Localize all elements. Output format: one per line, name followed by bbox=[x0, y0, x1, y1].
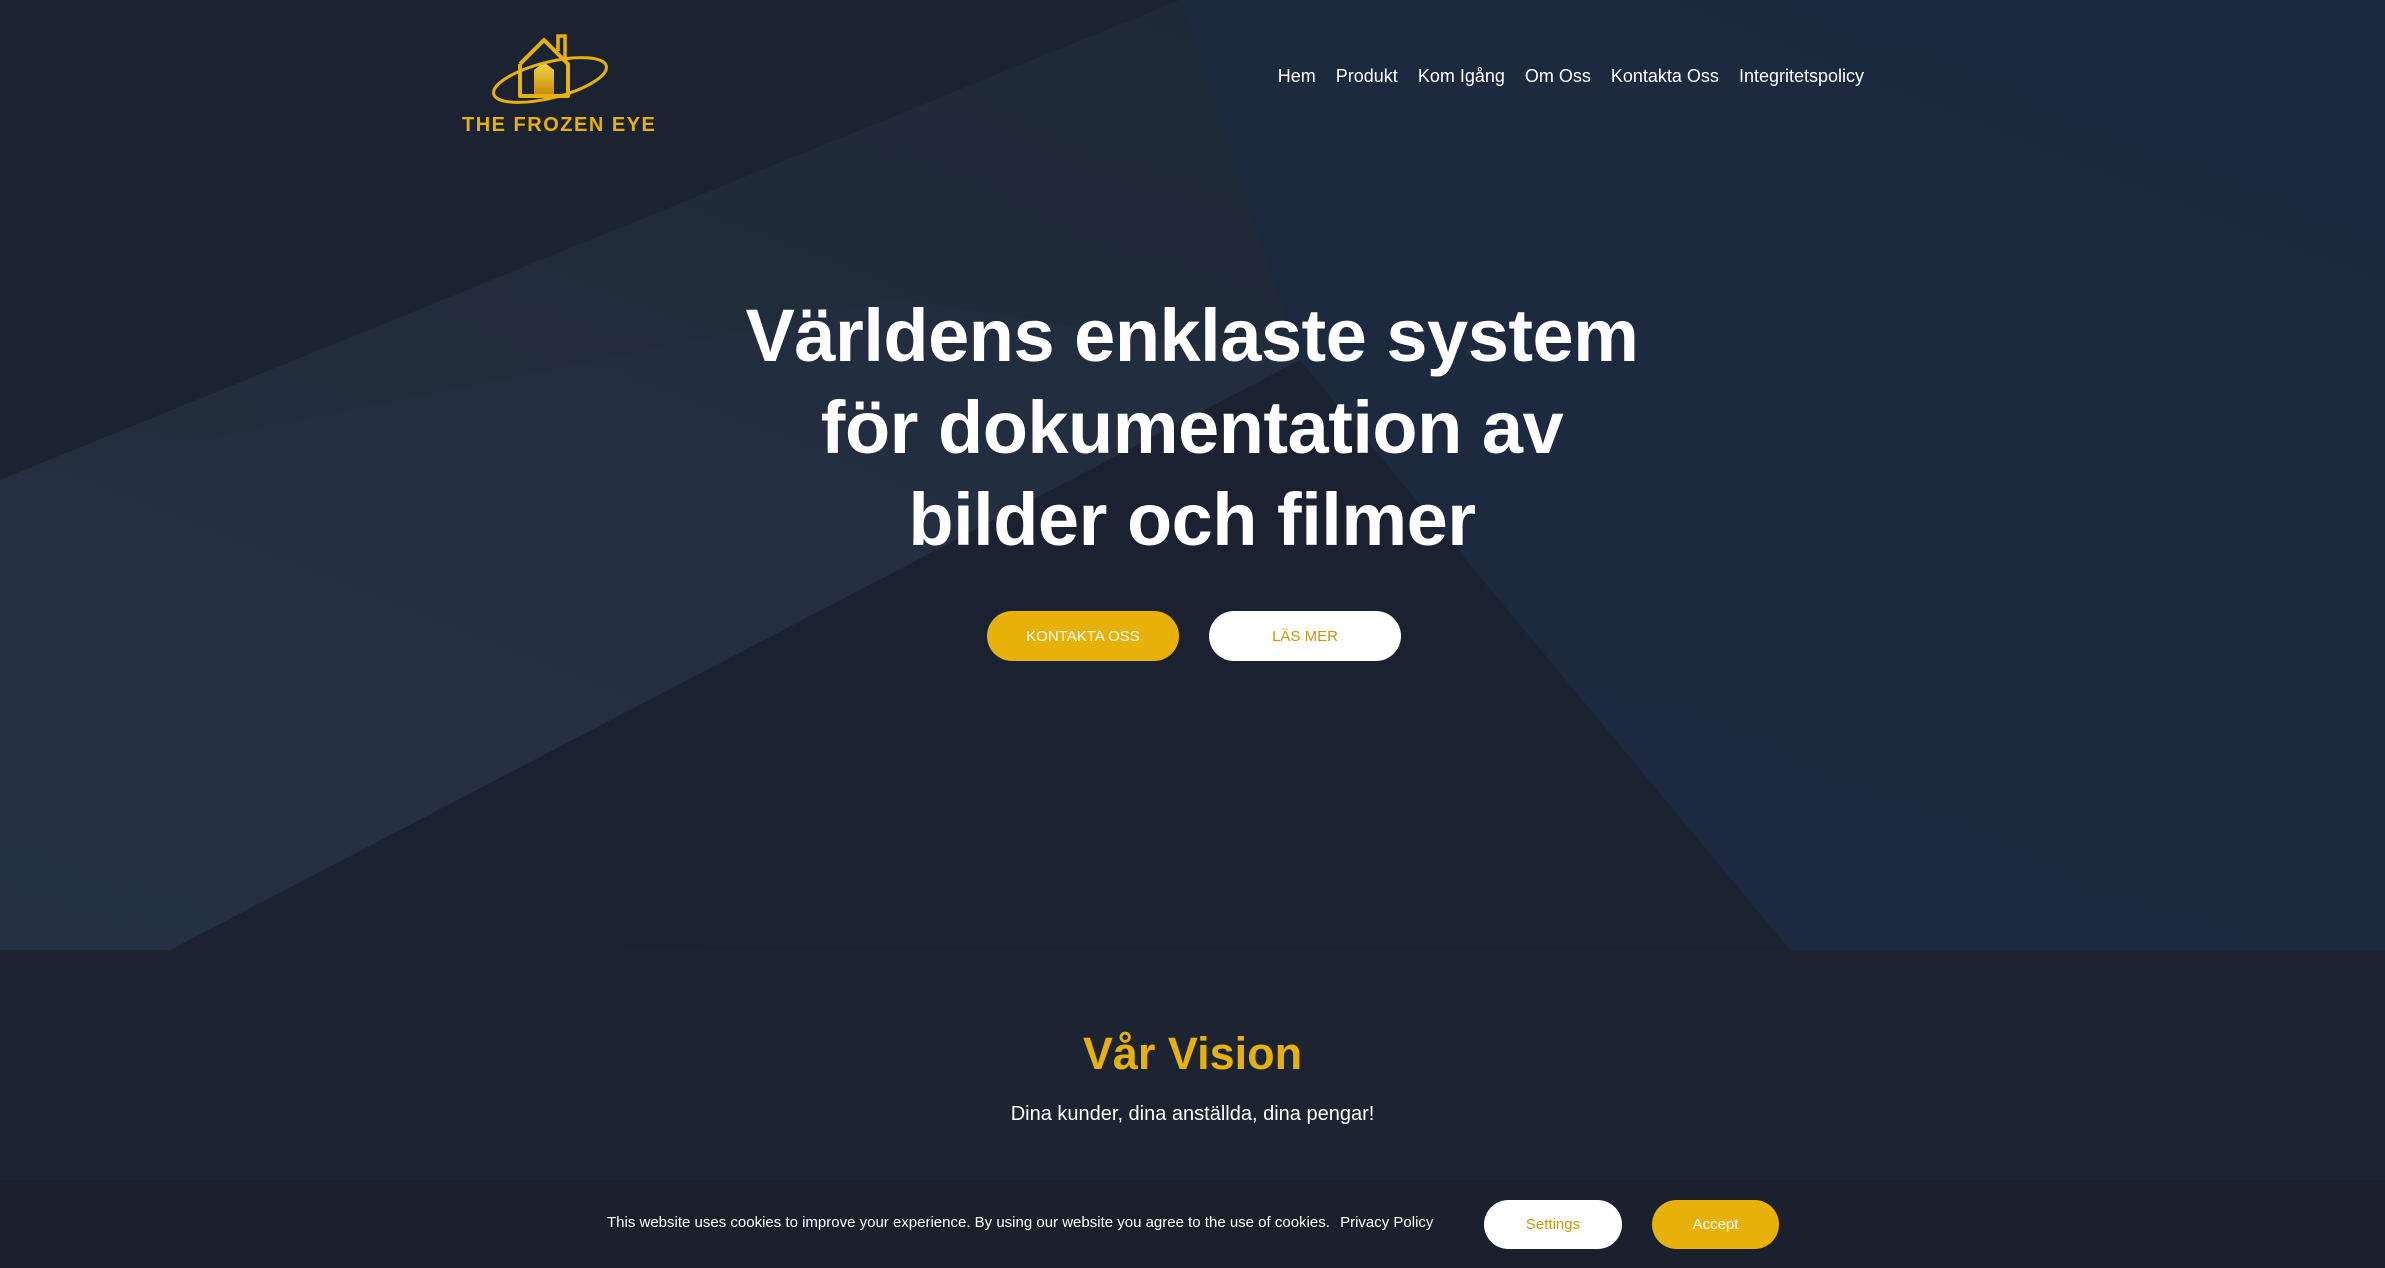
nav-item-produkt[interactable]: Produkt bbox=[1336, 66, 1398, 87]
cookie-settings-button[interactable]: Settings bbox=[1484, 1200, 1622, 1249]
nav-item-om-oss[interactable]: Om Oss bbox=[1525, 66, 1591, 87]
nav-item-integritetspolicy[interactable]: Integritetspolicy bbox=[1739, 66, 1864, 87]
cookie-banner: This website uses cookies to improve you… bbox=[0, 1180, 2385, 1268]
hero-title: Världens enklaste system för dokumentati… bbox=[592, 290, 1792, 566]
hero-section: THE FROZEN EYE Hem Produkt Kom Igång Om … bbox=[0, 0, 2385, 950]
read-more-button[interactable]: LÄS MER bbox=[1209, 611, 1401, 661]
nav-item-kontakta-oss[interactable]: Kontakta Oss bbox=[1611, 66, 1719, 87]
cookie-accept-button[interactable]: Accept bbox=[1652, 1200, 1779, 1249]
vision-title: Vår Vision bbox=[1082, 1028, 1303, 1079]
nav-item-hem[interactable]: Hem bbox=[1278, 66, 1316, 87]
hero-title-line-2: för dokumentation av bbox=[820, 386, 1564, 469]
house-orbit-icon bbox=[492, 34, 608, 104]
brand-logo[interactable]: THE FROZEN EYE bbox=[462, 18, 657, 143]
cookie-message: This website uses cookies to improve you… bbox=[607, 1214, 1433, 1231]
cookie-message-text: This website uses cookies to improve you… bbox=[607, 1214, 1330, 1231]
nav-item-kom-igang[interactable]: Kom Igång bbox=[1418, 66, 1505, 87]
brand-name: THE FROZEN EYE bbox=[462, 114, 657, 136]
main-navigation: Hem Produkt Kom Igång Om Oss Kontakta Os… bbox=[1278, 66, 1864, 87]
privacy-policy-link[interactable]: Privacy Policy bbox=[1340, 1214, 1433, 1231]
hero-title-line-3: bilder och filmer bbox=[908, 478, 1476, 561]
hero-title-line-1: Världens enklaste system bbox=[745, 294, 1639, 377]
vision-subtitle: Dina kunder, dina anställda, dina pengar… bbox=[1010, 1103, 1375, 1125]
contact-us-button[interactable]: KONTAKTA OSS bbox=[987, 611, 1179, 661]
